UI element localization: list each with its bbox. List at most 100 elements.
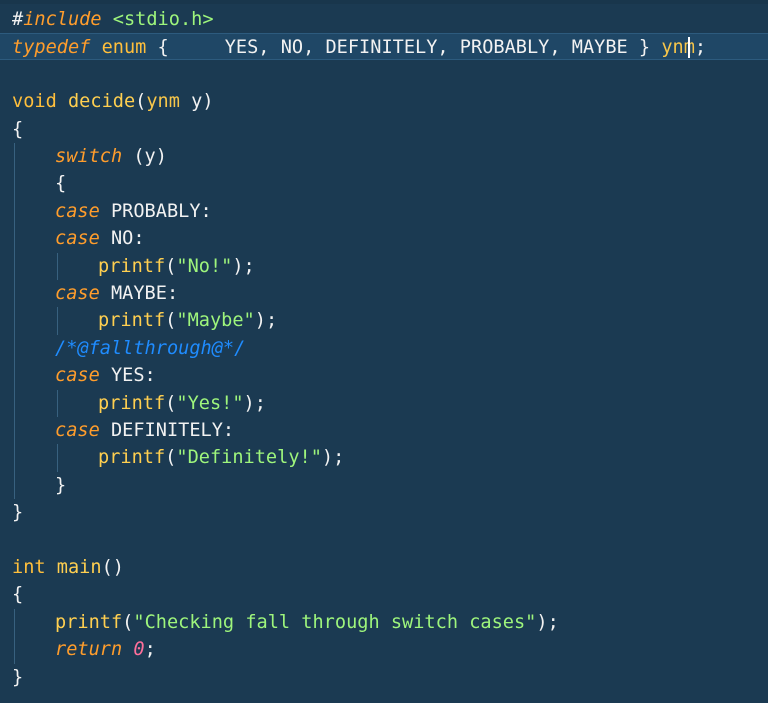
code-token: # <box>12 9 24 30</box>
code-line[interactable]: printf("Checking fall through switch cas… <box>0 609 768 636</box>
indent-guide <box>14 608 15 664</box>
code-line[interactable]: } <box>0 664 768 691</box>
code-token: decide <box>67 91 136 113</box>
code-line-text: case MAYBE: <box>55 280 178 307</box>
code-line[interactable]: case PROBABLY: <box>0 198 768 225</box>
code-line[interactable]: switch (y) <box>0 143 768 170</box>
code-editor[interactable]: #include <stdio.h> typedef enum { YES, NO… <box>0 0 768 703</box>
code-token: ); <box>254 310 278 332</box>
code-line[interactable]: } <box>0 472 768 499</box>
code-token: printf <box>98 255 166 277</box>
code-line-text: case YES: <box>55 362 156 389</box>
code-line[interactable]: case NO: <box>0 225 768 252</box>
code-line-text: } <box>12 499 23 526</box>
code-token: ( <box>135 91 147 113</box>
code-token: case <box>55 283 100 304</box>
code-token: ynm <box>146 91 180 113</box>
code-token: { <box>12 584 24 606</box>
code-line[interactable]: void decide(ynm y) <box>0 88 768 115</box>
code-line[interactable]: /*@fallthrough@*/ <box>0 335 768 362</box>
code-token: "Definitely!" <box>176 447 322 469</box>
indent-guide <box>57 307 58 335</box>
code-token: "Checking fall through switch cases" <box>133 611 537 633</box>
code-line[interactable]: return 0; <box>0 636 768 663</box>
code-token: "Yes!" <box>176 392 244 414</box>
code-line[interactable]: printf("No!"); <box>0 253 768 280</box>
code-line-text: switch (y) <box>55 143 167 170</box>
code-line-text: { <box>12 581 23 608</box>
code-line[interactable]: printf("Maybe"); <box>0 307 768 334</box>
code-token: ); <box>232 255 255 277</box>
code-token: <stdio.h> <box>112 9 214 30</box>
code-token: return <box>55 639 123 661</box>
code-token: () <box>101 557 124 578</box>
code-line[interactable] <box>0 61 768 88</box>
code-line[interactable]: printf("Definitely!"); <box>0 444 768 471</box>
code-token: ); <box>536 611 559 633</box>
indent-guide <box>57 389 58 417</box>
code-line-text: { <box>55 170 66 197</box>
code-line-text: void decide(ynm y) <box>12 88 214 115</box>
code-line[interactable]: { <box>0 581 768 608</box>
code-line-text: typedef enum { YES, NO, DEFINITELY, PROB… <box>12 34 706 61</box>
code-token: int <box>12 557 46 578</box>
code-token: typedef <box>12 37 91 59</box>
code-token: { <box>55 173 67 195</box>
code-line-text: int main() <box>12 554 124 581</box>
code-token: PROBABLY: <box>99 200 212 222</box>
code-token: { YES, NO, DEFINITELY, PROBABLY, MAYBE } <box>146 37 662 59</box>
code-line[interactable]: case YES: <box>0 362 768 389</box>
code-line-text: printf("No!"); <box>98 253 255 280</box>
code-token: case <box>55 228 100 250</box>
code-line[interactable]: } <box>0 499 768 526</box>
code-line-text: /*@fallthrough@*/ <box>55 335 245 362</box>
code-token: (y) <box>122 146 167 167</box>
code-token: case <box>55 420 100 441</box>
code-line[interactable]: { <box>0 116 768 143</box>
code-token: MAYBE: <box>99 283 179 304</box>
code-line[interactable] <box>0 527 768 554</box>
code-line[interactable]: typedef enum { YES, NO, DEFINITELY, PROB… <box>0 33 768 61</box>
code-token: ( <box>165 392 177 414</box>
code-line[interactable]: printf("Yes!"); <box>0 390 768 417</box>
code-token: DEFINITELY: <box>99 420 235 441</box>
code-token: ( <box>165 447 177 469</box>
code-token: /*@fallthrough@*/ <box>55 337 246 359</box>
code-token: y) <box>179 91 214 113</box>
text-caret <box>688 37 690 59</box>
code-token: printf <box>98 392 166 414</box>
editor-top-edge <box>0 0 768 4</box>
code-line[interactable]: case DEFINITELY: <box>0 417 768 444</box>
code-line-text: printf("Definitely!"); <box>98 444 344 471</box>
code-token: enum <box>101 37 147 59</box>
code-line[interactable]: int main() <box>0 554 768 581</box>
code-token: } <box>12 502 24 524</box>
code-line[interactable]: case MAYBE: <box>0 280 768 307</box>
code-token: NO: <box>99 228 145 250</box>
indent-guide <box>14 143 15 500</box>
code-line-text: { <box>12 116 23 143</box>
code-token: ; <box>694 37 707 59</box>
code-token: ; <box>144 639 156 661</box>
code-token: case <box>55 365 100 387</box>
code-line[interactable]: { <box>0 170 768 197</box>
code-line-text: printf("Checking fall through switch cas… <box>55 609 559 636</box>
code-token: main <box>56 557 102 578</box>
code-token: "Maybe" <box>176 310 255 332</box>
code-token: case <box>55 200 100 222</box>
indent-guide <box>57 252 58 280</box>
code-line-text: case NO: <box>55 225 145 252</box>
code-line-text: case PROBABLY: <box>55 198 212 225</box>
code-token: 0 <box>133 639 145 661</box>
code-token: YES: <box>99 365 156 387</box>
code-token: ( <box>165 310 177 332</box>
code-line-text: printf("Maybe"); <box>98 307 277 334</box>
code-token: ( <box>122 611 134 633</box>
code-token: include <box>23 9 102 30</box>
code-line[interactable]: #include <stdio.h> <box>0 6 768 33</box>
